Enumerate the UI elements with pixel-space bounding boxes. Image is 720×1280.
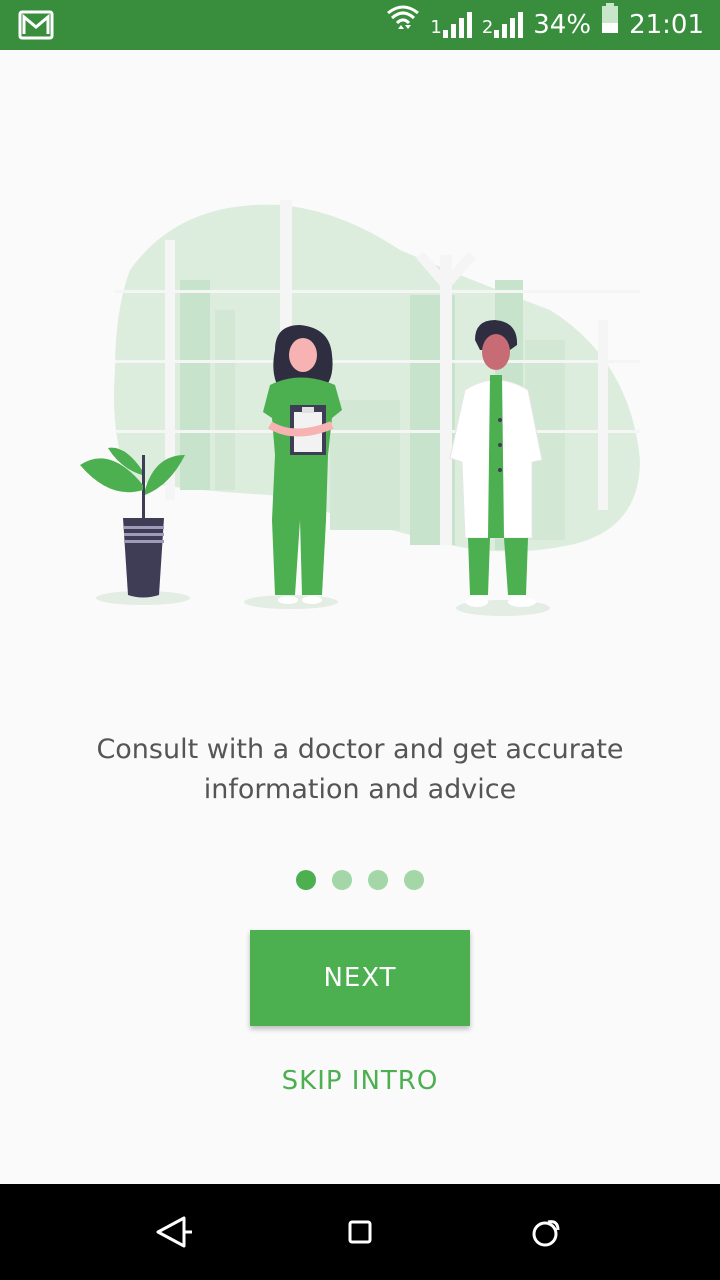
- battery-icon: [601, 0, 619, 50]
- sim1-label: 1: [430, 17, 442, 38]
- page-dot-2[interactable]: [332, 870, 352, 890]
- status-bar: 1 2 34% 21:01: [0, 0, 720, 50]
- sim2-signal-icon: 2: [481, 12, 524, 38]
- skip-intro-button[interactable]: SKIP INTRO: [0, 1066, 720, 1096]
- doctors-illustration: [70, 200, 650, 620]
- sim1-signal-icon: 1: [430, 12, 472, 38]
- circle-recents-icon[interactable]: [526, 1212, 566, 1252]
- square-home-icon[interactable]: [340, 1212, 380, 1252]
- page-dot-3[interactable]: [368, 870, 388, 890]
- back-triangle-icon[interactable]: [154, 1212, 194, 1252]
- onboarding-screen: Consult with a doctor and get accurate i…: [0, 50, 720, 1184]
- clock: 21:01: [629, 10, 704, 40]
- wifi-icon: [386, 0, 420, 50]
- next-button[interactable]: NEXT: [250, 930, 470, 1026]
- gmail-notification-icon: [18, 10, 54, 40]
- page-dot-4[interactable]: [404, 870, 424, 890]
- battery-percent: 34%: [533, 10, 592, 40]
- status-icons: 1 2 34% 21:01: [386, 0, 704, 50]
- page-dot-1[interactable]: [296, 870, 316, 890]
- page-indicator: [0, 870, 720, 890]
- navigation-bar: [0, 1184, 720, 1280]
- onboarding-caption: Consult with a doctor and get accurate i…: [96, 734, 624, 805]
- sim2-label: 2: [481, 17, 494, 38]
